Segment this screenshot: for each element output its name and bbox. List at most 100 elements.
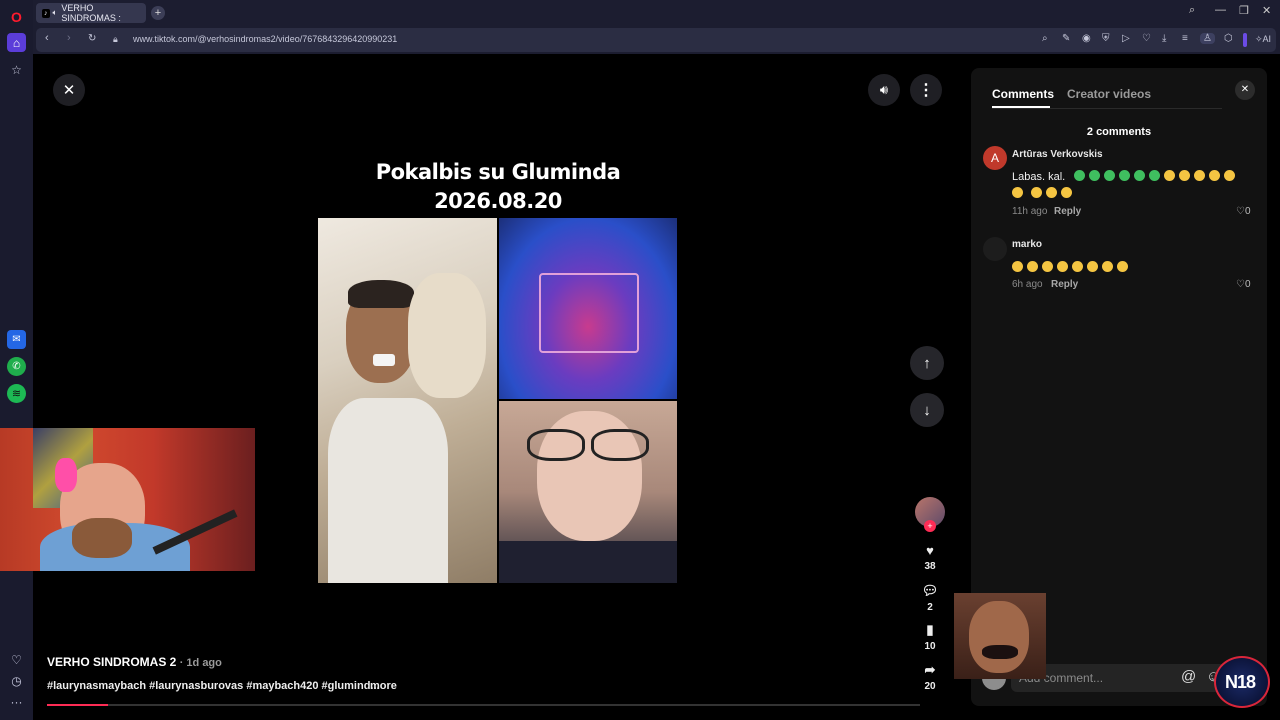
profile-icon[interactable]: ♙ — [1200, 33, 1215, 44]
camera-icon[interactable]: ◉ — [1082, 33, 1091, 44]
video-panel-left — [318, 218, 497, 583]
more-options-button[interactable]: ⋮ — [910, 74, 942, 106]
tab-comments[interactable]: Comments — [992, 87, 1054, 101]
like-count: 38 — [924, 561, 936, 572]
webcam-overlay — [0, 428, 255, 571]
new-tab-button[interactable]: + — [151, 6, 165, 20]
reload-icon[interactable]: ↻ — [88, 33, 96, 44]
comment-like[interactable]: ♡0 — [1236, 206, 1251, 217]
minimize-button[interactable]: — — [1215, 4, 1226, 16]
glasses-right — [591, 429, 649, 461]
lock-icon: 🔒︎ — [113, 34, 118, 44]
back-icon[interactable]: ‹ — [45, 32, 49, 44]
volume-button[interactable]: 🔊︎ — [868, 74, 900, 106]
hair-shape — [348, 280, 414, 308]
close-window-button[interactable]: ✕ — [1262, 4, 1271, 17]
share-action[interactable]: ➦ 20 — [912, 662, 948, 692]
comment-body: Labas. kal. — [1012, 168, 1252, 201]
forward-icon[interactable]: › — [67, 32, 71, 44]
comment-action[interactable]: 💬︎ 2 — [912, 583, 948, 613]
messenger-icon[interactable]: ✉ — [7, 330, 26, 349]
reply-button[interactable]: Reply — [1051, 279, 1078, 290]
dress-shape — [499, 541, 677, 583]
pillow-shape — [408, 273, 486, 398]
comment-author[interactable]: Artūras Verkovskis — [1012, 149, 1103, 160]
zoom-icon[interactable]: ⌕ — [1042, 33, 1048, 44]
tab-creator-videos[interactable]: Creator videos — [1067, 87, 1151, 101]
author-line: VERHO SINDROMAS 2 · 1d ago — [47, 655, 222, 669]
more-link[interactable]: more — [370, 680, 397, 692]
shirt-shape — [328, 398, 448, 583]
history-icon[interactable]: ◷ — [7, 671, 26, 690]
comment-time: 11h ago — [1012, 206, 1048, 217]
streamer-beard — [72, 518, 132, 558]
like-action[interactable]: ♥ 38 — [912, 543, 948, 572]
heart-outline-icon[interactable]: ♡ — [1142, 33, 1151, 44]
heart-icon: ♥ — [926, 543, 934, 558]
follow-plus-icon[interactable]: + — [924, 520, 936, 532]
meme-face — [969, 601, 1029, 673]
video-panel-top-right — [499, 218, 677, 399]
video-title-line1: Pokalbis su Gluminda — [375, 160, 621, 184]
meme-mouth — [982, 645, 1018, 659]
progress-track[interactable] — [47, 704, 920, 706]
restore-button[interactable]: ❐ — [1239, 4, 1249, 17]
shield-icon[interactable]: ⛨ — [1102, 33, 1110, 44]
hashtags[interactable]: #laurynasmaybach #laurynasburovas #mayba… — [47, 680, 380, 692]
more-icon[interactable]: ··· — [7, 692, 26, 711]
save-action[interactable]: ▮ 10 — [912, 622, 948, 652]
avatar[interactable] — [983, 237, 1007, 261]
mention-icon[interactable]: @ — [1181, 668, 1196, 685]
ai-label: AI — [1262, 34, 1272, 44]
n18-logo-text: N18 — [1225, 672, 1256, 692]
comment-text: Labas. kal. — [1012, 171, 1066, 183]
opera-logo-icon[interactable]: O — [7, 7, 26, 26]
whatsapp-icon[interactable]: ✆ — [7, 357, 26, 376]
tab-title: VERHO SINDROMAS : — [61, 3, 121, 23]
play-icon[interactable]: ▷ — [1122, 33, 1130, 44]
heart-icon[interactable]: ♡ — [7, 650, 26, 669]
comment-count: 2 — [927, 602, 933, 613]
tiktok-favicon-icon: ♪ — [42, 8, 50, 18]
speaker-icon[interactable]: 🔈︎ — [53, 8, 58, 18]
menu-icon[interactable]: ≡ — [1182, 33, 1188, 44]
post-age: · 1d ago — [179, 657, 222, 669]
close-comments-button[interactable]: ✕ — [1235, 80, 1255, 100]
spotify-icon[interactable]: ≋ — [7, 384, 26, 403]
video-title-line2: 2026.08.20 — [434, 189, 562, 213]
next-video-button[interactable]: ↓ — [910, 393, 944, 427]
url-path: /@verhosindromas2/video/7676843296420990… — [195, 34, 398, 44]
url-field[interactable]: www.tiktok.com/@verhosindromas2/video/76… — [133, 34, 397, 44]
ai-button[interactable]: ✧AI — [1255, 34, 1271, 45]
edit-icon[interactable]: ✎ — [1062, 33, 1070, 44]
comment-author[interactable]: marko — [1012, 239, 1042, 250]
search-tabs-icon[interactable]: ⌕ — [1189, 4, 1195, 17]
home-icon[interactable]: ⌂ — [7, 33, 26, 52]
comment-time: 6h ago — [1012, 279, 1043, 290]
headphone-left — [55, 458, 77, 492]
comment-count-label: 2 comments — [1086, 126, 1152, 138]
download-icon[interactable]: ⤓ — [1162, 33, 1166, 44]
reply-button[interactable]: Reply — [1054, 206, 1081, 217]
close-video-button[interactable]: ✕ — [53, 74, 85, 106]
comment-like-count: 0 — [1244, 206, 1251, 217]
save-count: 10 — [924, 641, 936, 652]
meme-overlay — [954, 593, 1046, 679]
progress-fill — [47, 704, 109, 706]
nose-bandage — [373, 354, 395, 366]
star-icon[interactable]: ☆ — [7, 60, 26, 79]
comment-like[interactable]: ♡0 — [1236, 279, 1251, 290]
heart-outline-icon: ♡ — [1236, 206, 1245, 217]
author-name[interactable]: VERHO SINDROMAS 2 — [47, 655, 176, 669]
tab-active[interactable]: ♪ 🔈︎ VERHO SINDROMAS : — [36, 3, 146, 23]
accent-bar — [1243, 33, 1247, 47]
share-icon: ➦ — [924, 662, 936, 677]
previous-video-button[interactable]: ↑ — [910, 346, 944, 380]
bookmark-icon: ▮ — [926, 622, 934, 637]
opera-sidebar: O ⌂ ☆ ✉ ✆ ≋ ♡ ◷ ··· — [0, 0, 33, 720]
extensions-icon[interactable]: ⬡ — [1224, 33, 1233, 44]
avatar[interactable]: A — [983, 146, 1007, 170]
share-count: 20 — [924, 681, 936, 692]
heart-outline-icon: ♡ — [1236, 279, 1245, 290]
glow-frame — [539, 273, 639, 353]
